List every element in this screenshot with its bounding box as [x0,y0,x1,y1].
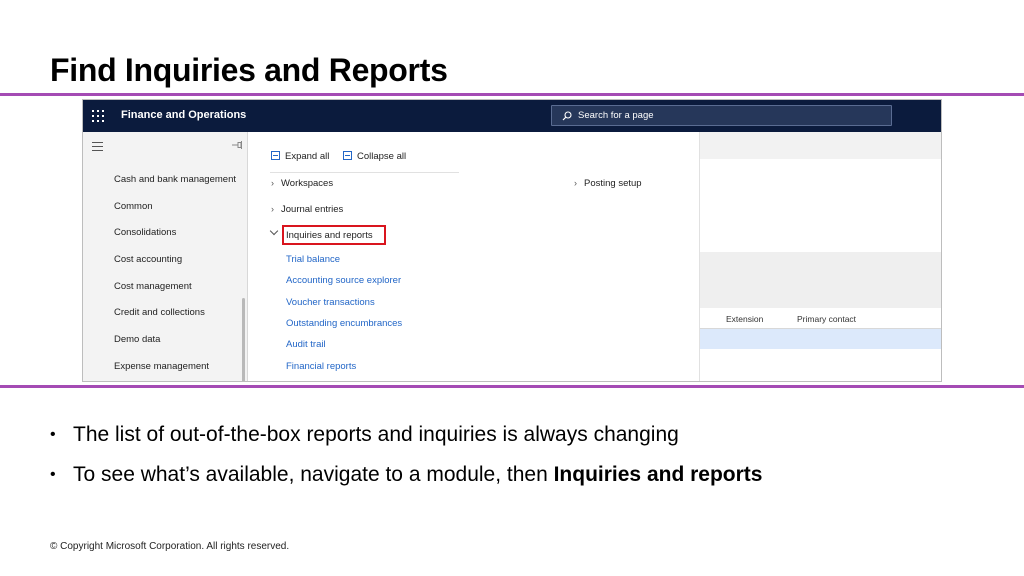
expand-all-label: Expand all [285,151,330,162]
sidebar-item-cost-management[interactable]: Cost management [114,281,192,292]
sidebar-item-expense-management[interactable]: Expense management [114,361,209,372]
collapse-all-label: Collapse all [357,151,407,162]
menu-group-label: Journal entries [281,204,344,215]
menu-group-journal-entries[interactable]: › Journal entries [271,204,343,215]
link-voucher-transactions[interactable]: Voucher transactions [286,297,375,308]
collapse-all-icon [343,151,352,160]
menu-group-workspaces[interactable]: › Workspaces [271,178,333,189]
background-panel [700,252,941,308]
expand-all-button[interactable]: Expand all [271,151,329,162]
menu-group-inquiries-and-reports[interactable]: Inquiries and reports [286,230,373,241]
sidebar-scrollbar[interactable] [242,298,245,381]
menu-group-label: Posting setup [584,178,642,189]
bullet-item: To see what’s available, navigate to a m… [50,463,762,487]
search-input[interactable]: Search for a page [578,110,654,121]
chevron-right-icon: › [271,204,274,214]
link-outstanding-encumbrances[interactable]: Outstanding encumbrances [286,318,402,329]
menu-group-posting-setup[interactable]: › Posting setup [574,178,642,189]
expand-all-icon [271,151,280,160]
menu-divider [270,172,459,173]
app-title[interactable]: Finance and Operations [121,109,246,121]
menu-group-label: Workspaces [281,178,334,189]
bullet-text: To see what’s available, navigate to a m… [73,463,554,486]
chevron-down-icon[interactable] [269,226,279,236]
hamburger-menu-icon[interactable] [92,142,103,151]
bullet-list: The list of out-of-the-box reports and i… [50,423,762,503]
app-launcher-icon[interactable] [92,110,104,122]
copyright-notice: © Copyright Microsoft Corporation. All r… [50,541,290,552]
module-menu: Expand all Collapse all › Workspaces › Jou… [249,132,699,381]
link-trial-balance[interactable]: Trial balance [286,254,340,265]
pin-icon[interactable] [231,140,243,150]
chevron-right-icon: › [271,178,274,188]
search-box[interactable]: Search for a page [551,105,892,126]
collapse-all-button[interactable]: Collapse all [343,151,406,162]
sidebar-item-cost-accounting[interactable]: Cost accounting [114,254,182,265]
sidebar-item-demo-data[interactable]: Demo data [114,334,160,345]
slide-title: Find Inquiries and Reports [50,52,448,88]
app-screenshot: Finance and Operations Search for a page… [82,99,942,382]
table-row[interactable] [700,329,941,349]
search-icon [562,111,572,121]
bullet-item: The list of out-of-the-box reports and i… [50,423,762,447]
divider-top [0,93,1024,96]
chevron-right-icon: › [574,178,577,188]
link-accounting-source-explorer[interactable]: Accounting source explorer [286,275,401,286]
link-audit-trail[interactable]: Audit trail [286,339,326,350]
column-header-extension[interactable]: Extension [726,314,763,324]
sidebar-item-cash-and-bank-management[interactable]: Cash and bank management [114,174,236,185]
column-header-primary-contact[interactable]: Primary contact [797,314,856,324]
background-toolbar [700,132,941,159]
module-sidebar: Cash and bank management Common Consolid… [83,132,248,381]
background-page: Extension Primary contact [699,132,941,381]
link-financial-reports[interactable]: Financial reports [286,361,356,372]
sidebar-item-common[interactable]: Common [114,201,153,212]
bullet-text: The list of out-of-the-box reports and i… [73,423,679,446]
bullet-emphasis: Inquiries and reports [553,463,763,486]
sidebar-item-consolidations[interactable]: Consolidations [114,227,176,238]
divider-bottom [0,385,1024,388]
app-navbar: Finance and Operations Search for a page [83,100,941,132]
sidebar-item-credit-and-collections[interactable]: Credit and collections [114,307,205,318]
